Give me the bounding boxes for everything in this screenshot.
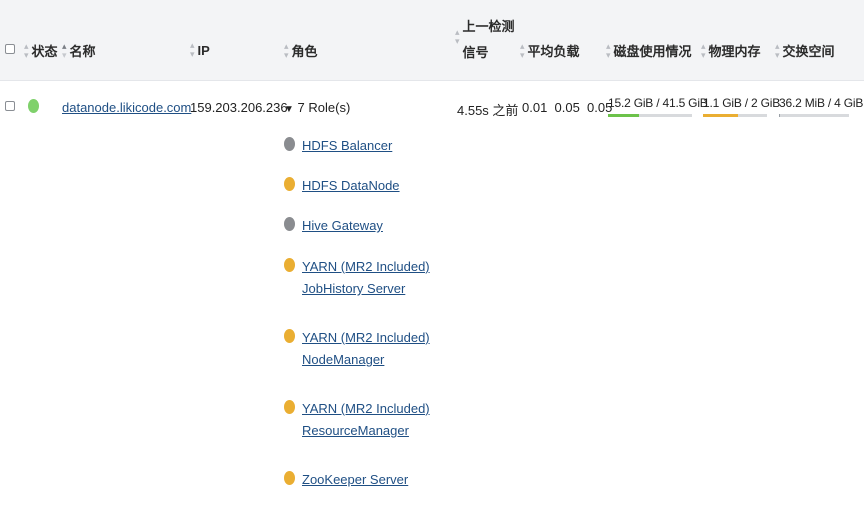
row-select-checkbox[interactable] <box>5 101 15 111</box>
swap-space-bar <box>779 114 849 117</box>
roles-toggle-label: 7 Role(s) <box>297 100 351 115</box>
column-header-load-avg-label: 平均负载 <box>527 44 580 59</box>
role-status-icon <box>284 177 295 191</box>
role-status-icon <box>284 400 295 414</box>
role-status-icon <box>284 258 295 272</box>
role-link-line2[interactable]: JobHistory Server <box>302 281 405 296</box>
column-header-status-label: 状态 <box>31 44 58 59</box>
physical-memory-text: 1.1 GiB / 2 GiB <box>703 96 781 110</box>
roles-toggle[interactable]: ▼ 7 Role(s) <box>284 100 350 115</box>
disk-usage-bar <box>608 114 692 117</box>
column-header-status[interactable]: ▴ ▾ 状态 <box>24 41 58 60</box>
role-link[interactable]: YARN (MR2 Included) <box>302 401 430 416</box>
sort-ascending-icon: ▴ ▾ <box>62 40 67 60</box>
sort-icon: ▴ ▾ <box>701 40 706 60</box>
role-link-line2[interactable]: ResourceManager <box>302 423 409 438</box>
column-header-role[interactable]: ▴ ▾ 角色 <box>284 41 318 60</box>
physical-memory-bar-fill <box>703 114 739 117</box>
table-header: ▴ ▾ 状态 ▴ ▾ 名称 ▴ ▾ IP ▴ ▾ 角色 ▴ ▾ 上一检测 信号 ▴ ▾ 平均… <box>0 0 864 81</box>
column-header-last-heartbeat-label-line2: 信号 <box>462 45 489 60</box>
role-link[interactable]: HDFS Balancer <box>302 138 392 153</box>
column-header-name[interactable]: ▴ ▾ 名称 <box>62 41 96 60</box>
column-header-name-label: 名称 <box>69 44 96 59</box>
role-link[interactable]: Hive Gateway <box>302 218 383 233</box>
sort-icon: ▴ ▾ <box>284 40 289 60</box>
column-header-swap-space[interactable]: ▴ ▾ 交换空间 <box>775 41 835 60</box>
physical-memory-bar <box>703 114 767 117</box>
column-header-physical-memory[interactable]: ▴ ▾ 物理内存 <box>701 41 761 60</box>
column-header-ip-label: IP <box>197 42 210 58</box>
column-header-physical-memory-label: 物理内存 <box>708 44 761 59</box>
role-link[interactable]: YARN (MR2 Included) <box>302 259 430 274</box>
column-header-swap-space-label: 交换空间 <box>782 44 835 59</box>
chevron-down-icon: ▼ <box>284 104 294 115</box>
disk-usage-bar-fill <box>608 114 639 117</box>
role-link-line2[interactable]: NodeManager <box>302 352 384 367</box>
physical-memory-meter: 1.1 GiB / 2 GiB <box>703 96 781 117</box>
sort-icon: ▴ ▾ <box>606 40 611 60</box>
swap-space-bar-fill <box>779 114 780 117</box>
column-header-last-heartbeat-label-line1: 上一检测 <box>462 19 515 34</box>
role-status-icon <box>284 329 295 343</box>
column-header-last-heartbeat[interactable]: ▴ ▾ 上一检测 信号 <box>455 14 515 66</box>
select-all-checkbox[interactable] <box>5 44 15 54</box>
column-header-role-label: 角色 <box>291 44 318 59</box>
swap-space-text: 36.2 MiB / 4 GiB <box>779 96 864 110</box>
disk-usage-meter: 15.2 GiB / 41.5 GiB <box>608 96 708 117</box>
health-status-icon <box>28 99 39 113</box>
role-status-icon <box>284 217 295 231</box>
swap-space-meter: 36.2 MiB / 4 GiB <box>779 96 864 117</box>
host-ip: 159.203.206.236 <box>190 100 288 115</box>
column-header-ip[interactable]: ▴ ▾ IP <box>190 41 210 59</box>
column-header-disk-usage[interactable]: ▴ ▾ 磁盘使用情况 <box>606 41 692 60</box>
role-link[interactable]: YARN (MR2 Included) <box>302 330 430 345</box>
column-header-disk-usage-label: 磁盘使用情况 <box>613 44 692 59</box>
disk-usage-text: 15.2 GiB / 41.5 GiB <box>608 96 708 110</box>
sort-icon: ▴ ▾ <box>190 40 195 59</box>
role-status-icon <box>284 137 295 151</box>
role-status-icon <box>284 471 295 485</box>
sort-icon: ▴ ▾ <box>455 27 460 46</box>
role-link[interactable]: ZooKeeper Server <box>302 472 408 487</box>
sort-icon: ▴ ▾ <box>24 40 29 60</box>
sort-icon: ▴ ▾ <box>520 40 525 60</box>
column-header-load-avg[interactable]: ▴ ▾ 平均负载 <box>520 41 580 60</box>
host-name-link[interactable]: datanode.likicode.com <box>62 100 191 115</box>
role-link[interactable]: HDFS DataNode <box>302 178 400 193</box>
load-average: 0.01 0.05 0.05 <box>522 100 613 115</box>
last-heartbeat: 4.55s 之前 <box>457 103 519 118</box>
sort-icon: ▴ ▾ <box>775 40 780 60</box>
